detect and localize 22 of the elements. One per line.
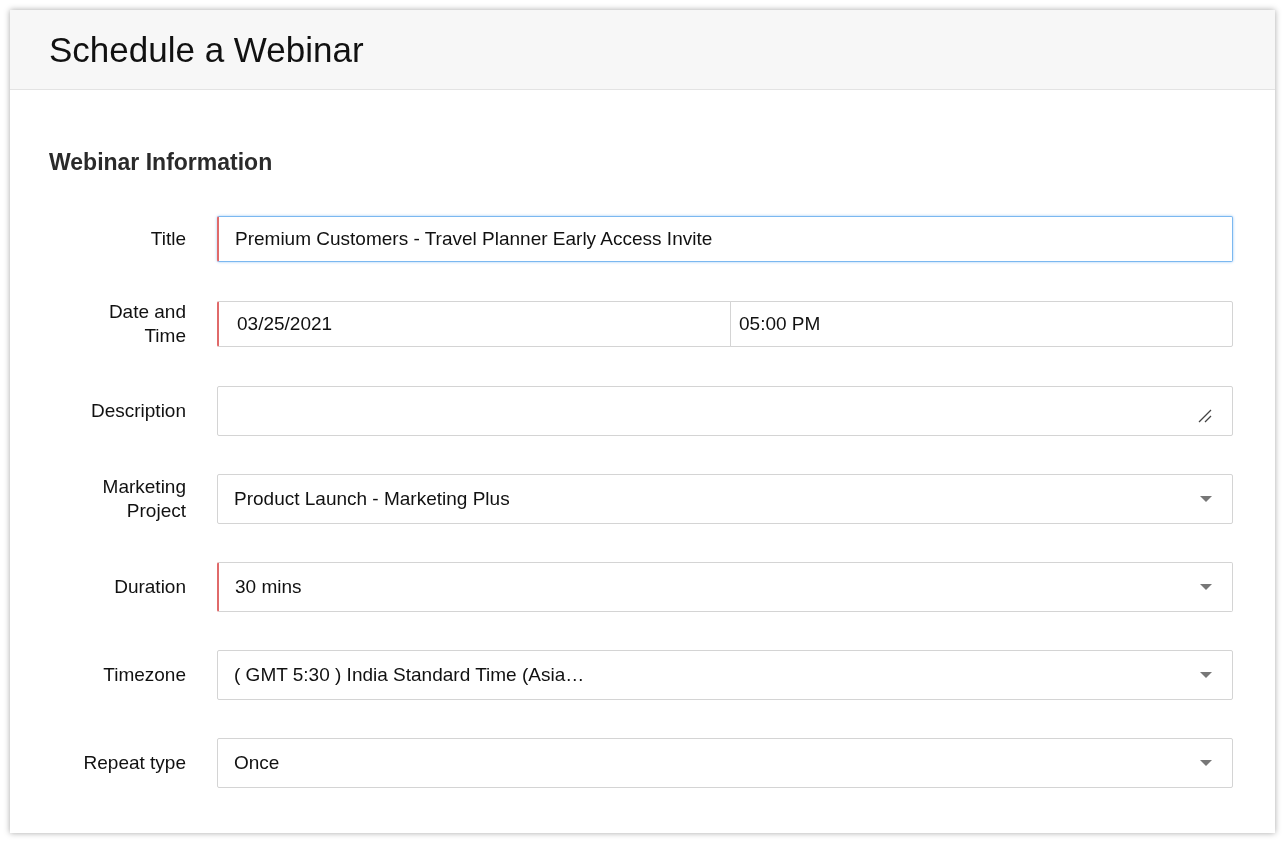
field-label: Date and Time bbox=[107, 300, 186, 348]
select-field[interactable]: Once bbox=[217, 738, 1233, 788]
text-input[interactable]: Premium Customers - Travel Planner Early Access Invite bbox=[217, 216, 1233, 262]
date-input[interactable]: 03/25/2021 bbox=[217, 301, 731, 347]
caret-icon bbox=[1200, 760, 1212, 766]
window-title: Schedule a Webinar bbox=[49, 29, 364, 70]
time-input[interactable]: 05:00 PM bbox=[730, 301, 1233, 347]
resize-handle-icon[interactable] bbox=[1198, 409, 1212, 423]
select-field[interactable]: ( GMT 5:30 ) India Standard Time (Asia… bbox=[217, 650, 1233, 700]
section-heading: Webinar Information bbox=[49, 149, 274, 176]
select-field[interactable]: Product Launch - Marketing Plus bbox=[217, 474, 1233, 524]
caret-icon bbox=[1200, 496, 1212, 502]
description-field[interactable] bbox=[217, 386, 1233, 436]
field-label: Description bbox=[90, 399, 186, 423]
field-label: Repeat type bbox=[83, 751, 186, 775]
caret-icon bbox=[1200, 672, 1212, 678]
field-label: Timezone bbox=[103, 663, 186, 687]
caret-icon bbox=[1200, 584, 1212, 590]
field-label: Marketing Project bbox=[101, 475, 186, 523]
field-label: Duration bbox=[114, 575, 186, 599]
field-label: Title bbox=[150, 227, 186, 251]
select-field[interactable]: 30 mins bbox=[217, 562, 1233, 612]
